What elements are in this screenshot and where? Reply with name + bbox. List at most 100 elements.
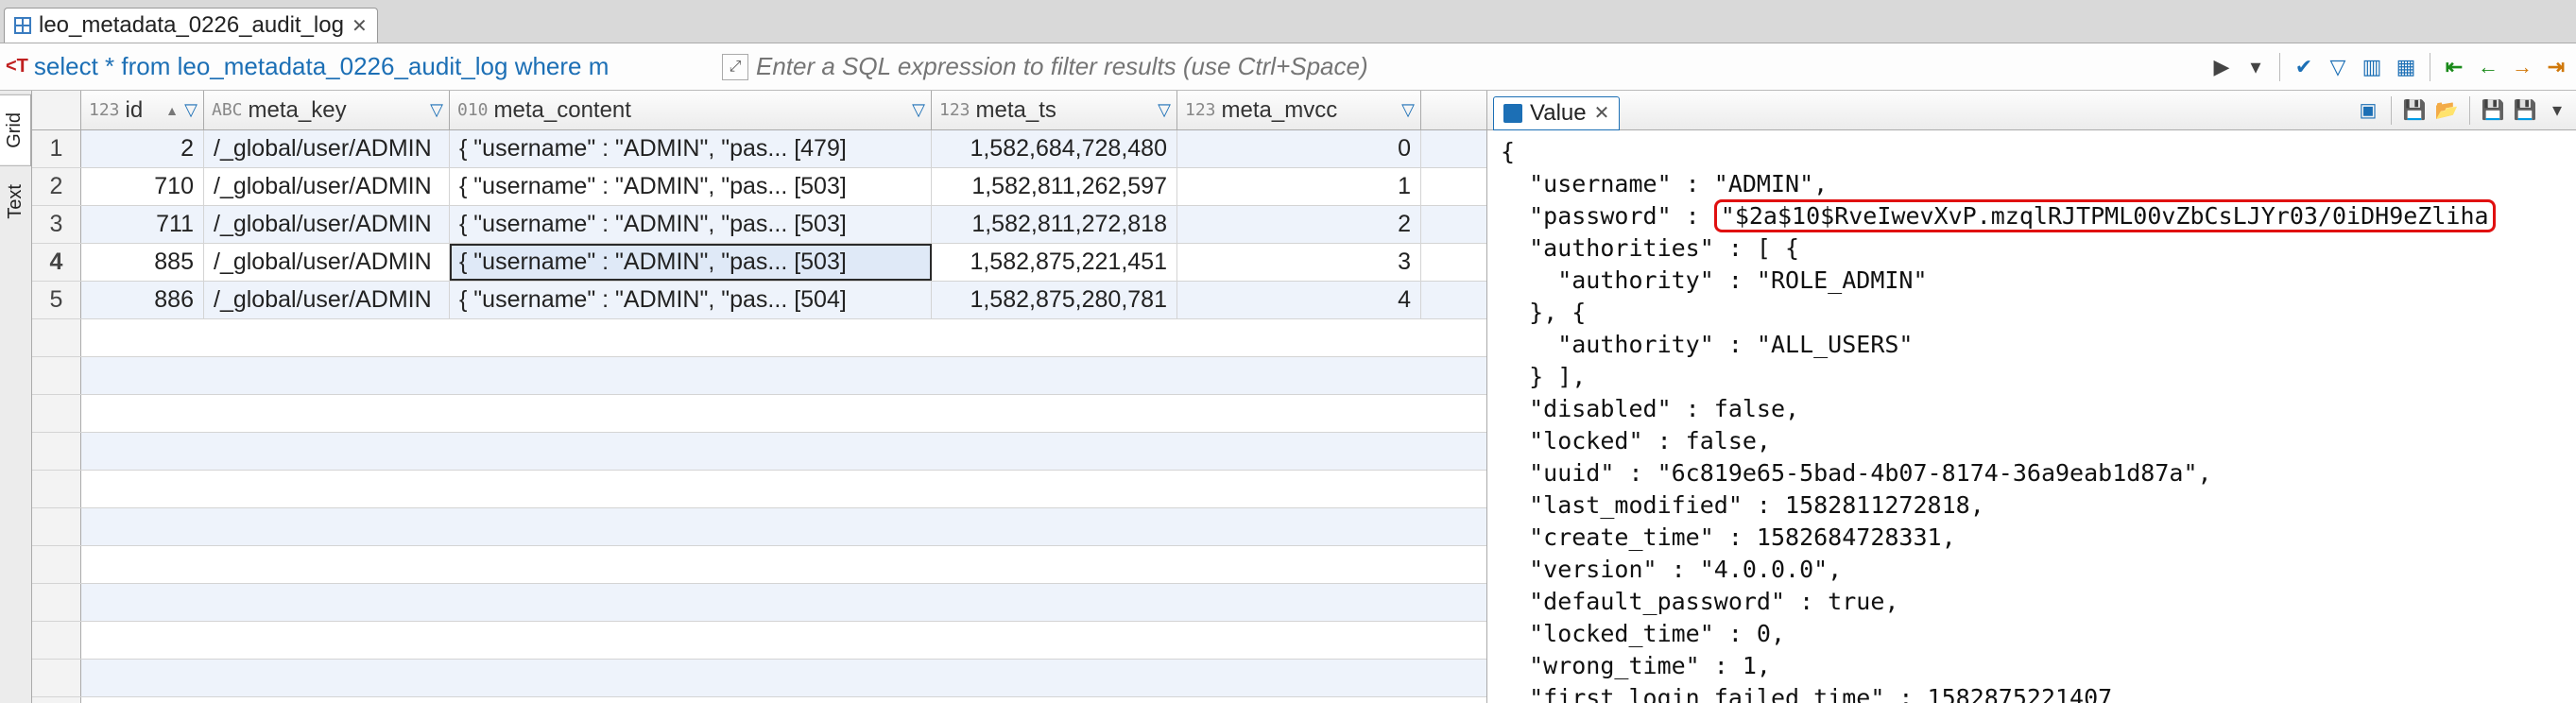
- col-meta-ts[interactable]: 123 meta_ts ▽: [932, 91, 1177, 129]
- layout-icon[interactable]: ▦: [2392, 53, 2420, 81]
- cell-meta-ts[interactable]: 1,582,811,272,818: [932, 206, 1177, 243]
- nav-first-icon[interactable]: ⇤: [2440, 53, 2468, 81]
- cell-empty: [81, 471, 1486, 507]
- cell-id[interactable]: 2: [81, 130, 204, 167]
- value-line: "authority" : "ROLE_ADMIN": [1501, 266, 1928, 294]
- value-line: "uuid" : "6c819e65-5bad-4b07-8174-36a9ea…: [1501, 459, 2212, 487]
- type-icon: ABC: [212, 100, 243, 120]
- table-row[interactable]: 5886/_global/user/ADMIN{ "username" : "A…: [32, 282, 1486, 319]
- value-line: }, {: [1501, 299, 1586, 326]
- table-row-empty: [32, 433, 1486, 471]
- close-icon[interactable]: ✕: [352, 14, 368, 38]
- cell-id[interactable]: 885: [81, 244, 204, 281]
- filter-apply-icon[interactable]: ✔: [2290, 53, 2318, 81]
- run-icon[interactable]: ▶: [2207, 53, 2236, 81]
- filter-col-icon[interactable]: ▽: [1401, 100, 1415, 120]
- cell-meta-ts[interactable]: 1,582,811,262,597: [932, 168, 1177, 205]
- table-row[interactable]: 12/_global/user/ADMIN{ "username" : "ADM…: [32, 130, 1486, 168]
- table-row[interactable]: 4885/_global/user/ADMIN{ "username" : "A…: [32, 244, 1486, 282]
- nav-next-icon[interactable]: →: [2508, 53, 2536, 81]
- cell-meta-content[interactable]: { "username" : "ADMIN", "pas... [503]: [450, 206, 932, 243]
- cell-meta-key[interactable]: /_global/user/ADMIN: [204, 282, 450, 318]
- value-edit-icon[interactable]: ▣: [2355, 97, 2381, 124]
- col-id[interactable]: 123 id ▲ ▽: [81, 91, 204, 129]
- cell-meta-mvcc[interactable]: 1: [1177, 168, 1421, 205]
- cell-rownum[interactable]: 4: [32, 244, 81, 281]
- col-meta-key[interactable]: ABC meta_key ▽: [204, 91, 450, 129]
- editor-tab[interactable]: leo_metadata_0226_audit_log ✕: [4, 8, 378, 43]
- main-area: Grid Text 123 id ▲ ▽ ABC meta_key ▽ 010 …: [0, 91, 2576, 703]
- cell-rownum[interactable]: 3: [32, 206, 81, 243]
- table-row[interactable]: 3711/_global/user/ADMIN{ "username" : "A…: [32, 206, 1486, 244]
- filter-col-icon[interactable]: ▽: [430, 100, 443, 120]
- value-apply2-icon[interactable]: 💾: [2512, 97, 2538, 124]
- nav-prev-icon[interactable]: ←: [2474, 53, 2502, 81]
- cell-meta-content[interactable]: { "username" : "ADMIN", "pas... [503]: [450, 168, 932, 205]
- cell-meta-key[interactable]: /_global/user/ADMIN: [204, 244, 450, 281]
- col-meta-mvcc[interactable]: 123 meta_mvcc ▽: [1177, 91, 1421, 129]
- panels-icon[interactable]: ▥: [2358, 53, 2386, 81]
- cell-empty: [81, 395, 1486, 432]
- col-meta-content[interactable]: 010 meta_content ▽: [450, 91, 932, 129]
- cell-rownum[interactable]: 5: [32, 282, 81, 318]
- filter-input[interactable]: [756, 52, 2200, 81]
- toolbar-right: ▶ ▾ ✔ ▽ ▥ ▦ ⇤ ← → ⇥: [2207, 53, 2570, 81]
- cell-meta-content[interactable]: { "username" : "ADMIN", "pas... [504]: [450, 282, 932, 318]
- cell-id[interactable]: 886: [81, 282, 204, 318]
- cell-meta-mvcc[interactable]: 2: [1177, 206, 1421, 243]
- cell-rownum: [32, 622, 81, 659]
- sidetab-text[interactable]: Text: [0, 166, 31, 237]
- cell-meta-key[interactable]: /_global/user/ADMIN: [204, 168, 450, 205]
- cell-meta-content[interactable]: { "username" : "ADMIN", "pas... [479]: [450, 130, 932, 167]
- nav-last-icon[interactable]: ⇥: [2542, 53, 2570, 81]
- value-open-icon[interactable]: 📂: [2433, 97, 2460, 124]
- cell-meta-ts[interactable]: 1,582,684,728,480: [932, 130, 1177, 167]
- cell-meta-content[interactable]: { "username" : "ADMIN", "pas... [503]: [450, 244, 932, 281]
- sort-icon[interactable]: ▲: [165, 103, 179, 118]
- cell-rownum[interactable]: 1: [32, 130, 81, 167]
- cell-meta-ts[interactable]: 1,582,875,221,451: [932, 244, 1177, 281]
- table-row-empty: [32, 508, 1486, 546]
- sidetab-grid[interactable]: Grid: [0, 94, 31, 166]
- col-rownum[interactable]: [32, 91, 81, 129]
- close-icon[interactable]: ✕: [1594, 101, 1610, 125]
- cell-meta-mvcc[interactable]: 0: [1177, 130, 1421, 167]
- filter-col-icon[interactable]: ▽: [184, 100, 197, 120]
- value-save-icon[interactable]: 💾: [2401, 97, 2428, 124]
- separator: [2279, 53, 2280, 81]
- cell-rownum: [32, 433, 81, 470]
- type-icon: 010: [457, 100, 489, 120]
- cell-empty: [81, 357, 1486, 394]
- table-row-empty: [32, 395, 1486, 433]
- value-line: "create_time" : 1582684728331,: [1501, 523, 1956, 551]
- table-row[interactable]: 2710/_global/user/ADMIN{ "username" : "A…: [32, 168, 1486, 206]
- dropdown-icon[interactable]: ▾: [2241, 53, 2270, 81]
- cell-rownum[interactable]: 2: [32, 168, 81, 205]
- value-body[interactable]: { "username" : "ADMIN", "password" : "$2…: [1487, 130, 2576, 703]
- cell-meta-mvcc[interactable]: 3: [1177, 244, 1421, 281]
- sql-preview[interactable]: <T select * from leo_metadata_0226_audit…: [6, 52, 714, 81]
- cell-meta-key[interactable]: /_global/user/ADMIN: [204, 130, 450, 167]
- separator: [2391, 96, 2392, 125]
- value-line: "authorities" : [ {: [1501, 234, 1799, 262]
- sql-toolbar: <T select * from leo_metadata_0226_audit…: [0, 43, 2576, 91]
- cell-id[interactable]: 711: [81, 206, 204, 243]
- value-line: "last_modified" : 1582811272818,: [1501, 491, 1984, 519]
- value-menu-icon[interactable]: ▾: [2544, 97, 2570, 124]
- result-grid: 123 id ▲ ▽ ABC meta_key ▽ 010 meta_conte…: [32, 91, 1487, 703]
- filter-icon[interactable]: ▽: [2324, 53, 2352, 81]
- value-tab[interactable]: Value ✕: [1493, 96, 1620, 130]
- sql-icon: <T: [6, 56, 28, 77]
- filter-col-icon[interactable]: ▽: [1158, 100, 1171, 120]
- expand-icon[interactable]: ⤢: [722, 54, 748, 80]
- cell-meta-key[interactable]: /_global/user/ADMIN: [204, 206, 450, 243]
- type-icon: 123: [89, 100, 120, 120]
- col-ts-label: meta_ts: [976, 97, 1056, 124]
- cell-meta-ts[interactable]: 1,582,875,280,781: [932, 282, 1177, 318]
- value-tools: ▣ 💾 📂 💾 💾 ▾: [2355, 96, 2570, 125]
- cell-id[interactable]: 710: [81, 168, 204, 205]
- value-line: "username" : "ADMIN",: [1501, 170, 1828, 197]
- value-apply-icon[interactable]: 💾: [2480, 97, 2506, 124]
- cell-meta-mvcc[interactable]: 4: [1177, 282, 1421, 318]
- filter-col-icon[interactable]: ▽: [912, 100, 925, 120]
